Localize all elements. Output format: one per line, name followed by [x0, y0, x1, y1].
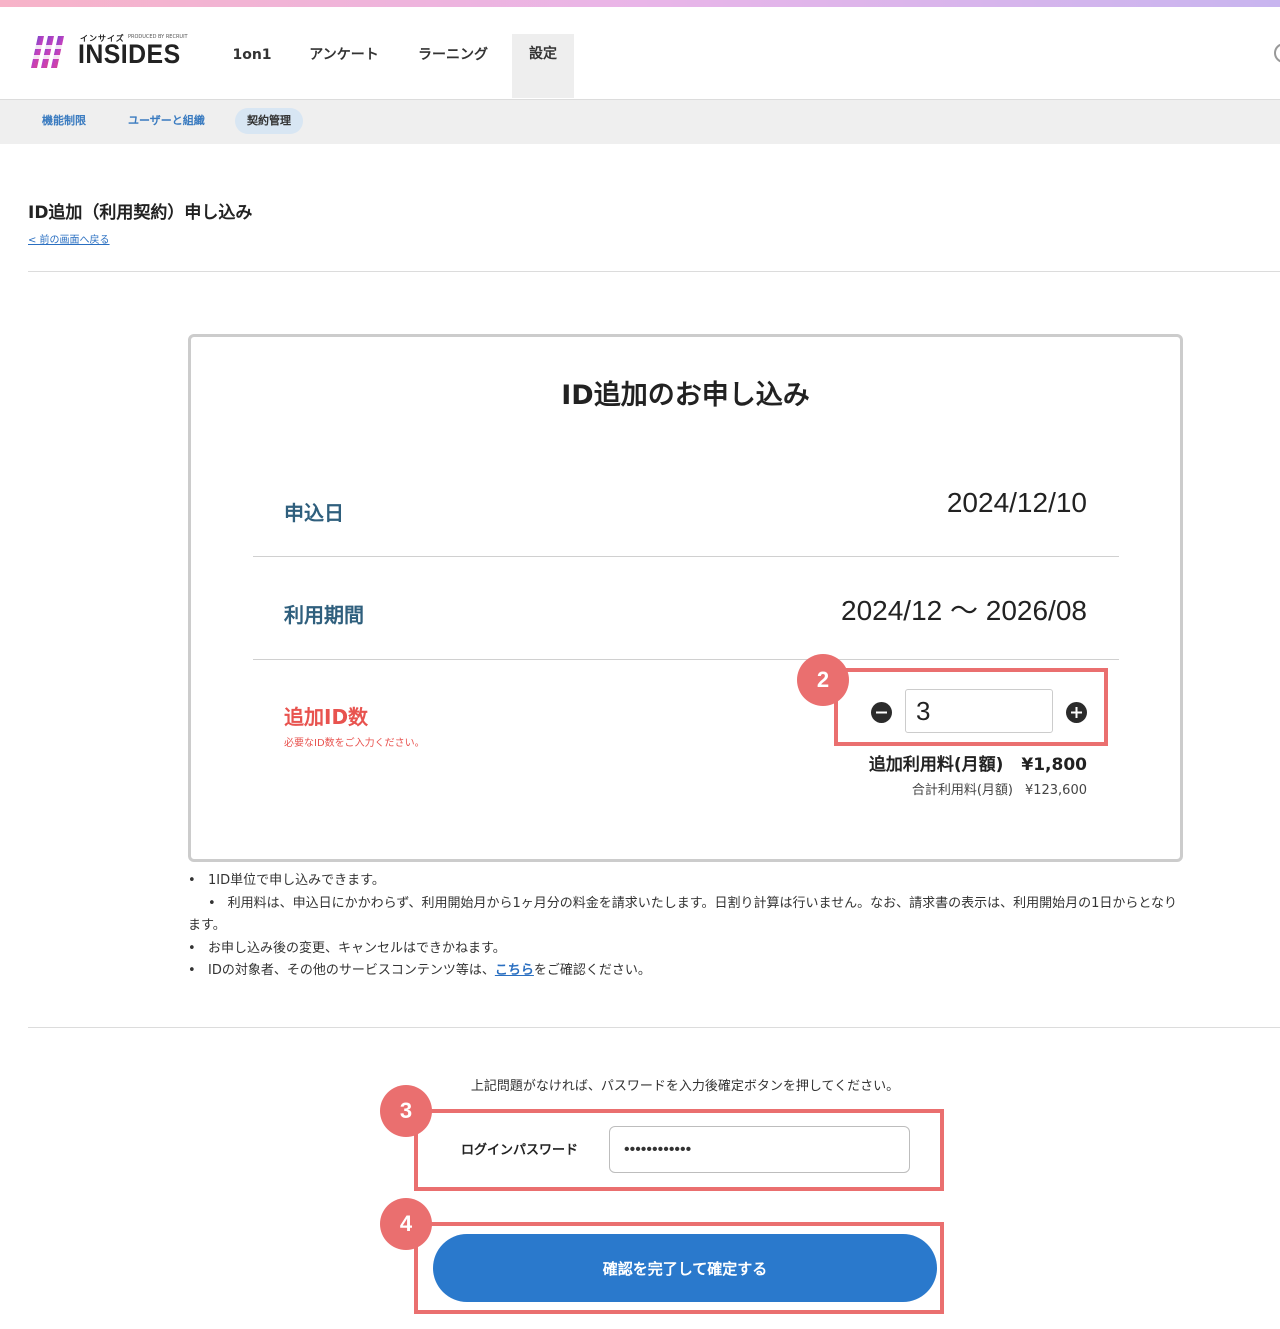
app-header: インサイズ PRODUCED BY RECRUIT INSIDES 1on1 ア…	[0, 7, 1280, 100]
password-input[interactable]	[609, 1126, 910, 1173]
nav-tab-settings[interactable]: 設定	[512, 34, 574, 98]
note-item: • お申し込み後の変更、キャンセルはできかねます。	[188, 940, 506, 956]
total-fee-value: ¥123,600	[1024, 783, 1087, 798]
additional-fee: 追加利用料(月額) ¥1,800	[869, 750, 1087, 775]
usage-period-value: 2024/12 ～ 2026/08	[841, 595, 1087, 626]
logo-wordmark: INSIDES	[78, 39, 181, 69]
settings-subnav: 機能制限 ユーザーと組織 契約管理	[0, 100, 1280, 144]
nav-tab-1on1[interactable]: 1on1	[218, 35, 286, 99]
id-quantity-input[interactable]	[905, 689, 1053, 733]
insides-logo-mark-icon	[30, 36, 70, 68]
nav-tab-learning[interactable]: ラーニング	[407, 35, 499, 99]
decrement-icon[interactable]	[871, 702, 892, 723]
search-icon[interactable]	[1268, 39, 1280, 69]
card-title: ID追加のお申し込み	[561, 380, 810, 411]
note-item: • 利用料は、申込日にかかわらず、利用開始月から1ヶ月分の料金を請求いたします。日…	[188, 895, 1177, 934]
id-quantity-stepper	[868, 689, 1090, 735]
insides-logo[interactable]: インサイズ PRODUCED BY RECRUIT INSIDES	[30, 33, 190, 77]
page-title: ID追加（利用契約）申し込み	[28, 203, 253, 223]
note-item: • IDの対象者、その他のサービスコンテンツ等は、こちらをご確認ください。	[188, 963, 651, 978]
additional-ids-hint: 必要なID数をご入力ください。	[284, 738, 425, 749]
application-date-value: 2024/12/10	[946, 487, 1087, 518]
application-date-label: 申込日	[284, 501, 344, 525]
back-link[interactable]: < 前の画面へ戻る	[28, 231, 110, 246]
subnav-feature-restrictions[interactable]: 機能制限	[42, 108, 86, 134]
additional-fee-label: 追加利用料(月額)	[868, 755, 1004, 775]
password-label: ログインパスワード	[461, 1143, 579, 1158]
annotation-badge-2: 2	[797, 654, 849, 706]
nav-tab-survey[interactable]: アンケート	[298, 35, 390, 99]
annotation-badge-3: 3	[380, 1085, 432, 1137]
additional-ids-label: 追加ID数	[284, 705, 369, 729]
section-divider	[28, 271, 1280, 272]
subnav-contract-management[interactable]: 契約管理	[235, 108, 303, 134]
top-gradient-strip	[0, 0, 1280, 7]
row-divider	[253, 659, 1119, 660]
total-fee: 合計利用料(月額) ¥123,600	[912, 779, 1087, 798]
service-details-link[interactable]: こちら	[495, 963, 534, 978]
confirm-submit-button[interactable]: 確認を完了して確定する	[433, 1234, 937, 1302]
row-divider	[253, 556, 1119, 557]
annotation-badge-4: 4	[380, 1198, 432, 1250]
total-fee-label: 合計利用料(月額)	[911, 783, 1013, 798]
notes-list: • 1ID単位で申し込みできます。 • 利用料は、申込日にかかわらず、利用開始月から…	[188, 870, 1178, 983]
confirm-instruction: 上記問題がなければ、パスワードを入力後確定ボタンを押してください。	[470, 1079, 900, 1094]
application-card: ID追加のお申し込み 申込日 2024/12/10 利用期間 2024/12 ～…	[188, 334, 1183, 862]
section-divider	[28, 1027, 1280, 1028]
usage-period-label: 利用期間	[284, 603, 364, 627]
subnav-users-and-org[interactable]: ユーザーと組織	[128, 108, 205, 134]
additional-fee-value: ¥1,800	[1021, 755, 1087, 775]
increment-icon[interactable]	[1066, 702, 1087, 723]
note-item: • 1ID単位で申し込みできます。	[188, 873, 385, 888]
